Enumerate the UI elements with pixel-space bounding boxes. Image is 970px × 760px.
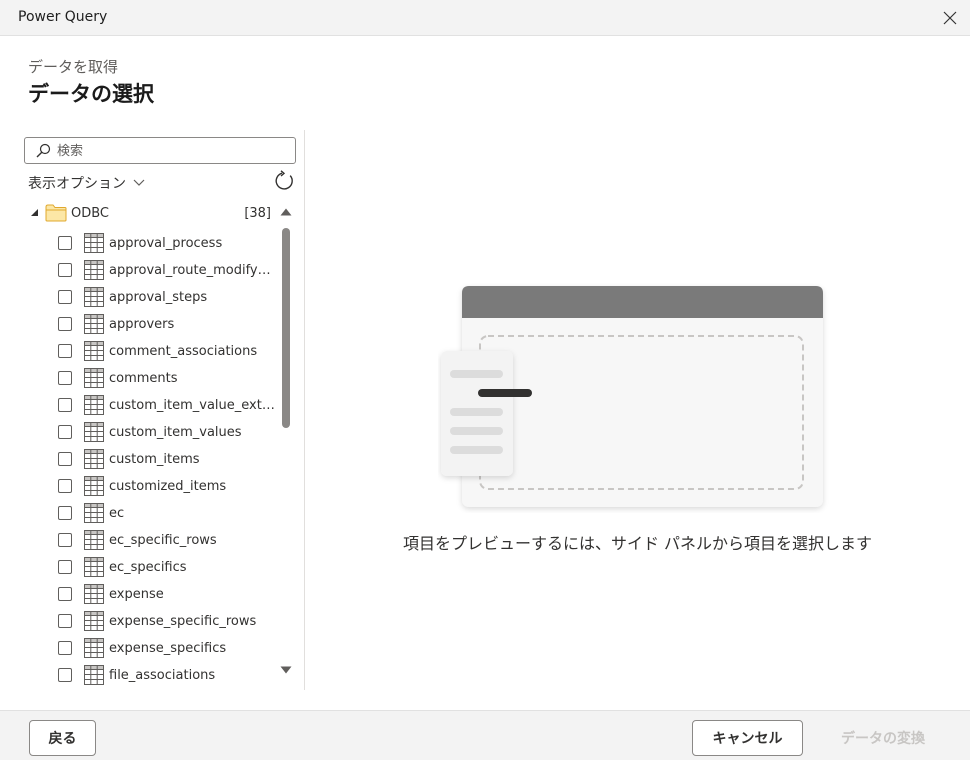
table-row[interactable]: comment_associations (24, 339, 276, 366)
table-row[interactable]: expense_specifics (24, 636, 276, 663)
tree-node-name: ODBC (71, 206, 110, 221)
table-row[interactable]: file_associations (24, 663, 276, 690)
table-row[interactable]: approval_route_modify_lo... (24, 258, 276, 285)
table-icon (84, 557, 104, 577)
scroll-down-icon[interactable] (280, 666, 292, 674)
tree-node-odbc[interactable]: ODBC [38] (24, 202, 276, 226)
table-icon (84, 422, 104, 442)
page-eyebrow: データを取得 (28, 58, 119, 76)
row-checkbox[interactable] (58, 533, 72, 547)
row-checkbox[interactable] (58, 668, 72, 682)
empty-preview-illustration (441, 286, 823, 507)
table-icon (84, 287, 104, 307)
folder-icon (45, 204, 67, 222)
table-row-label: custom_items (109, 452, 200, 467)
table-row-label: ec_specifics (109, 560, 187, 575)
table-row-label: expense (109, 587, 164, 602)
title-bar: Power Query (0, 0, 970, 36)
table-row[interactable]: approval_process (24, 231, 276, 258)
table-icon (84, 449, 104, 469)
table-icon (84, 530, 104, 550)
close-icon[interactable] (930, 0, 970, 36)
row-checkbox[interactable] (58, 425, 72, 439)
table-list: approval_process approval_route_modify_lo… (24, 231, 276, 690)
scrollbar-thumb[interactable] (282, 228, 290, 428)
row-checkbox[interactable] (58, 479, 72, 493)
row-checkbox[interactable] (58, 506, 72, 520)
back-button[interactable]: 戻る (29, 720, 96, 756)
search-input[interactable] (57, 141, 287, 161)
empty-preview-message: 項目をプレビューするには、サイド パネルから項目を選択します (402, 534, 873, 553)
row-checkbox[interactable] (58, 317, 72, 331)
table-icon (84, 260, 104, 280)
table-row-label: custom_item_value_exten... (109, 398, 275, 413)
row-checkbox[interactable] (58, 290, 72, 304)
table-row-label: ec_specific_rows (109, 533, 217, 548)
table-row[interactable]: ec_specifics (24, 555, 276, 582)
collapse-caret-icon[interactable] (30, 208, 39, 217)
row-checkbox[interactable] (58, 263, 72, 277)
table-row[interactable]: expense (24, 582, 276, 609)
table-row-label: approval_route_modify_lo... (109, 263, 275, 278)
refresh-icon[interactable] (273, 170, 295, 192)
table-row[interactable]: custom_items (24, 447, 276, 474)
table-row[interactable]: expense_specific_rows (24, 609, 276, 636)
table-row[interactable]: approval_steps (24, 285, 276, 312)
row-checkbox[interactable] (58, 452, 72, 466)
table-row[interactable]: approvers (24, 312, 276, 339)
row-checkbox[interactable] (58, 344, 72, 358)
table-row[interactable]: custom_item_value_exten... (24, 393, 276, 420)
table-row[interactable]: ec (24, 501, 276, 528)
table-row-label: expense_specific_rows (109, 614, 257, 629)
search-icon (36, 143, 51, 158)
table-row-label: customized_items (109, 479, 227, 494)
footer-bar: 戻る キャンセル データの変換 (0, 710, 970, 760)
table-icon (84, 584, 104, 604)
window-title: Power Query (18, 9, 108, 25)
page-title: データの選択 (28, 82, 154, 106)
row-checkbox[interactable] (58, 614, 72, 628)
table-row-label: approvers (109, 317, 175, 332)
table-row-label: ec (109, 506, 125, 521)
table-icon (84, 314, 104, 334)
table-row-label: file_associations (109, 668, 216, 683)
cancel-button[interactable]: キャンセル (692, 720, 803, 756)
display-options-dropdown[interactable]: 表示オプション (28, 173, 145, 193)
navigator-pane: 表示オプション ODBC [38] approval_processapprov… (24, 130, 305, 690)
table-row-label: comment_associations (109, 344, 258, 359)
table-icon (84, 665, 104, 685)
table-row[interactable]: custom_item_values (24, 420, 276, 447)
table-icon (84, 233, 104, 253)
table-icon (84, 341, 104, 361)
table-row-label: approval_steps (109, 290, 208, 305)
row-checkbox[interactable] (58, 398, 72, 412)
transform-data-button[interactable]: データの変換 (820, 720, 946, 756)
table-icon (84, 503, 104, 523)
table-icon (84, 611, 104, 631)
scroll-up-icon[interactable] (280, 208, 292, 216)
search-box[interactable] (24, 137, 296, 164)
scrollbar[interactable] (278, 202, 294, 690)
row-checkbox[interactable] (58, 371, 72, 385)
chevron-down-icon (133, 179, 145, 186)
table-row-label: expense_specifics (109, 641, 227, 656)
table-icon (84, 638, 104, 658)
preview-pane: 項目をプレビューするには、サイド パネルから項目を選択します (305, 130, 970, 690)
table-icon (84, 476, 104, 496)
table-row-label: approval_process (109, 236, 223, 251)
table-row-label: comments (109, 371, 178, 386)
row-checkbox[interactable] (58, 560, 72, 574)
table-row[interactable]: comments (24, 366, 276, 393)
table-row-label: custom_item_values (109, 425, 242, 440)
table-icon (84, 395, 104, 415)
row-checkbox[interactable] (58, 236, 72, 250)
table-row[interactable]: ec_specific_rows (24, 528, 276, 555)
row-checkbox[interactable] (58, 587, 72, 601)
row-checkbox[interactable] (58, 641, 72, 655)
tree-node-count: [38] (244, 206, 271, 221)
table-icon (84, 368, 104, 388)
display-options-label: 表示オプション (28, 176, 126, 192)
table-row[interactable]: customized_items (24, 474, 276, 501)
